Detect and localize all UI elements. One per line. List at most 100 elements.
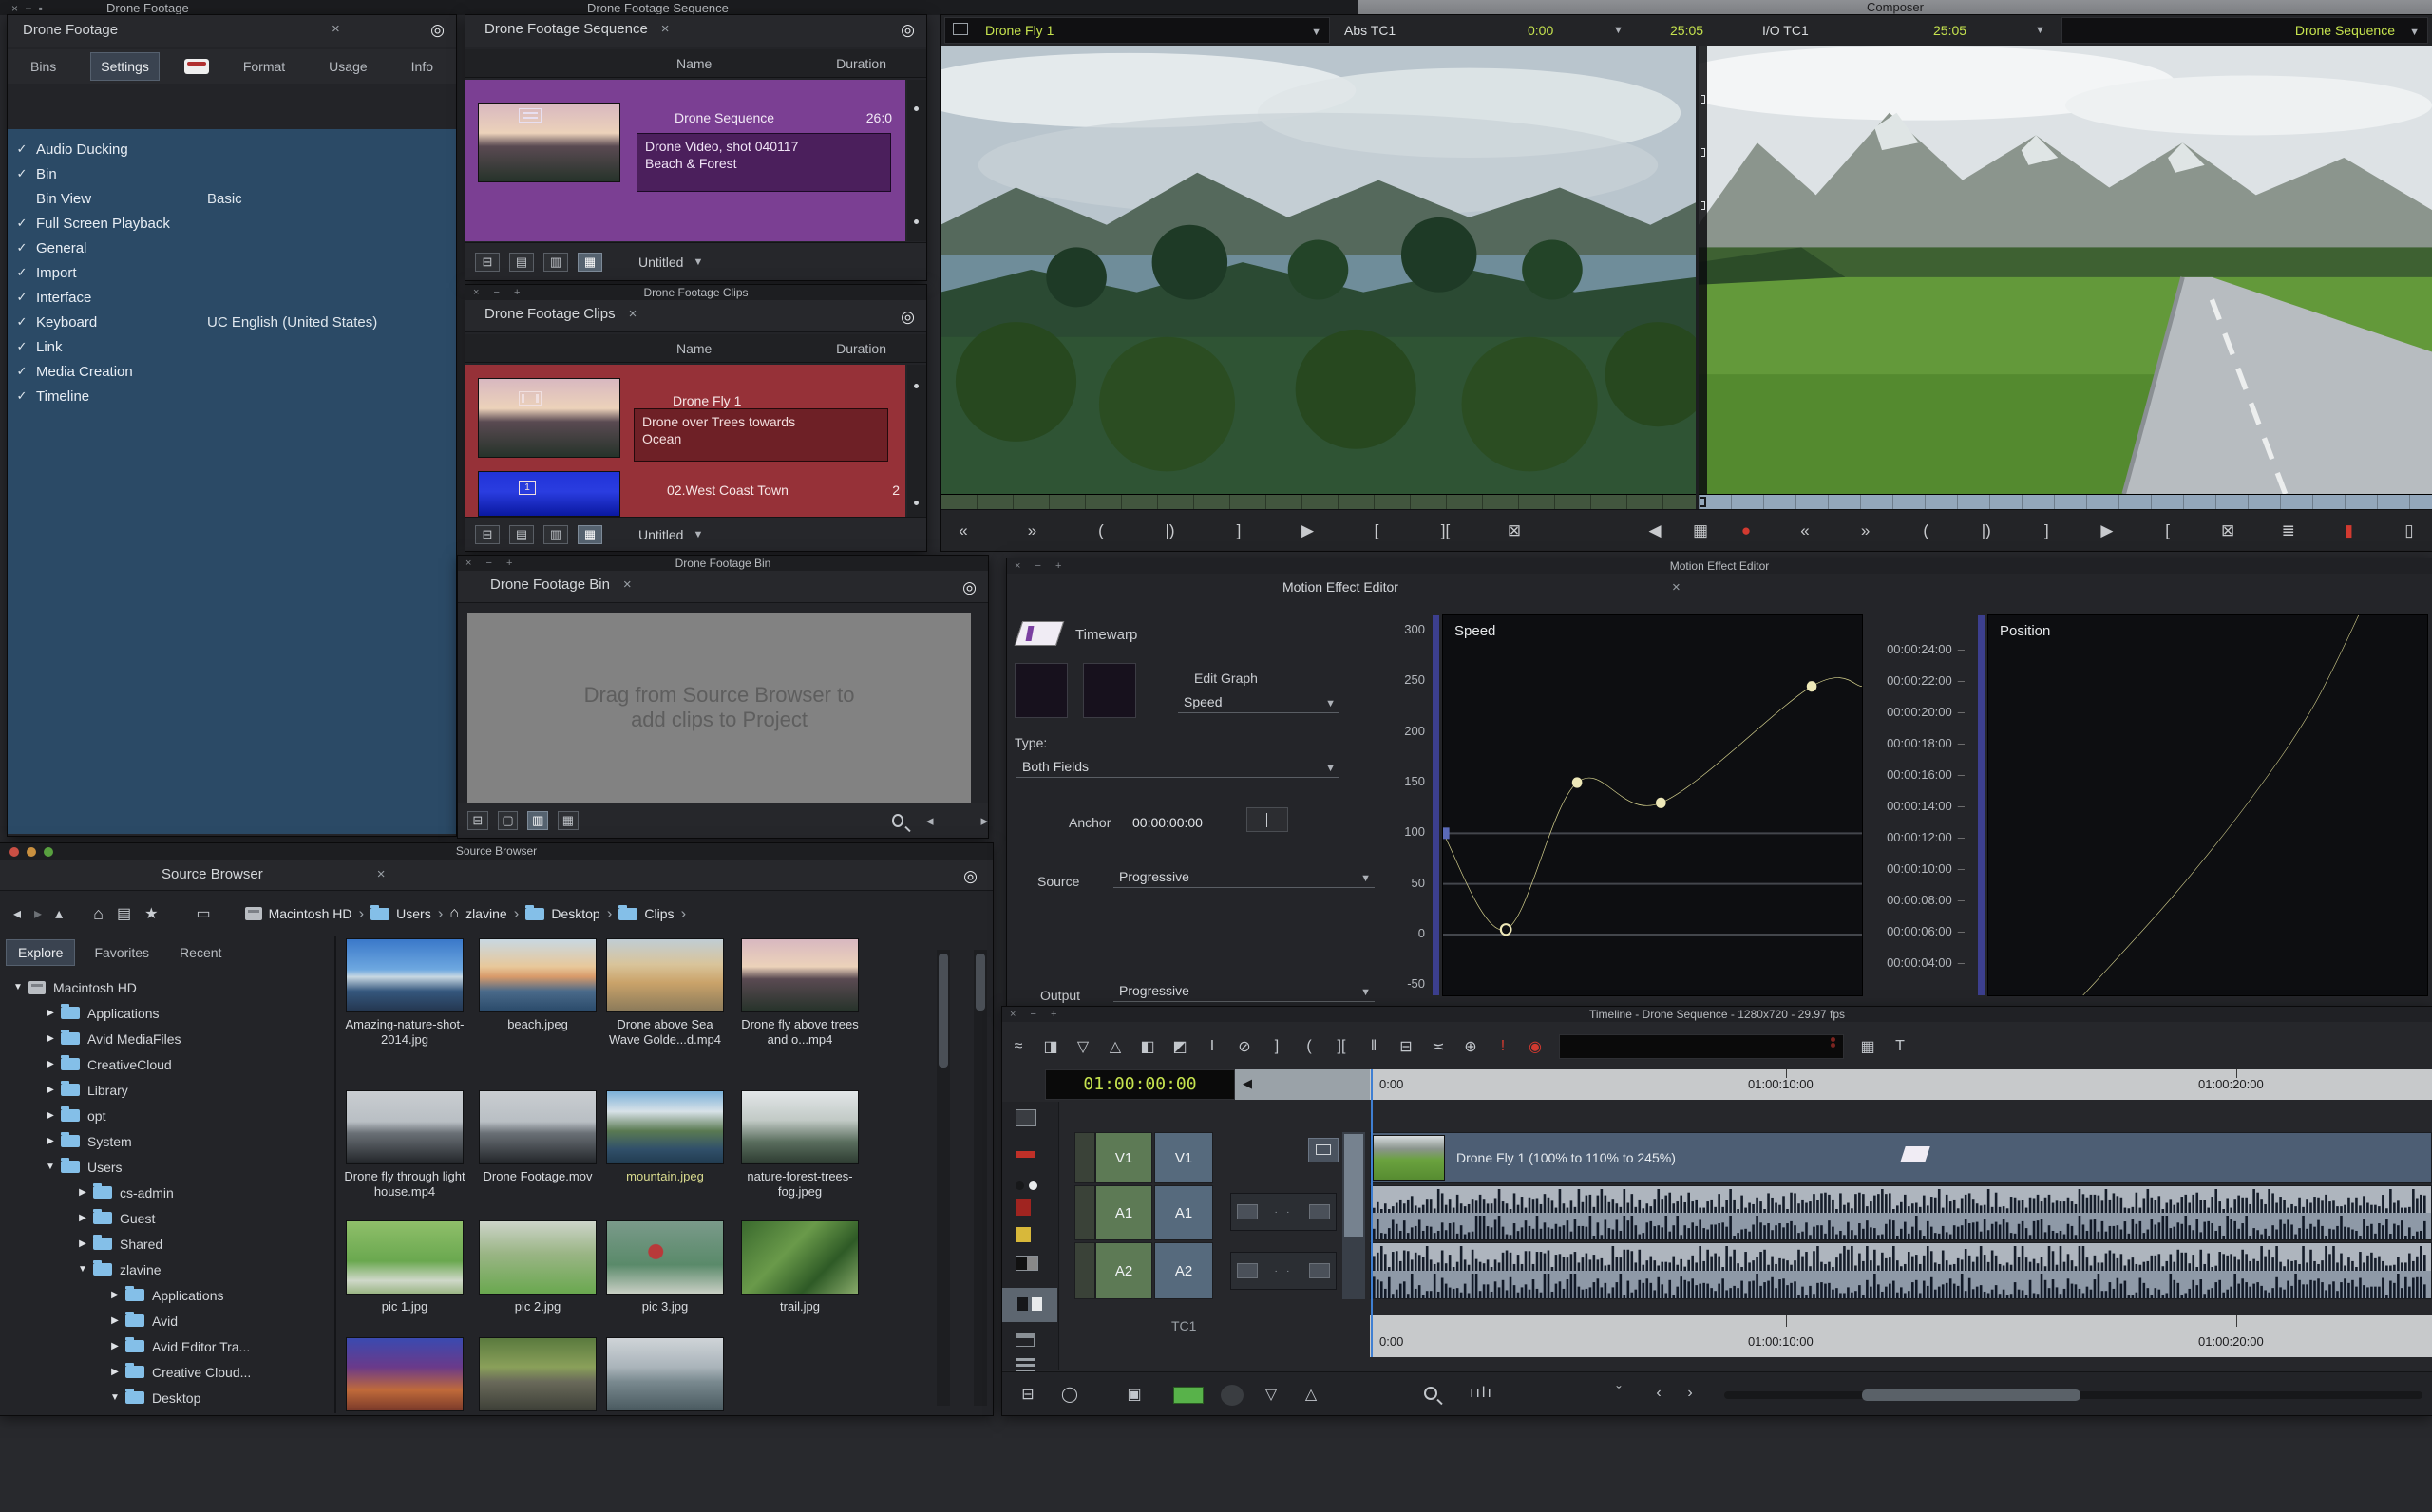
settings-item[interactable]: ✓Audio Ducking <box>8 137 456 161</box>
a2-record-track-button[interactable]: A2 <box>1095 1242 1152 1299</box>
fast-menu-icon[interactable]: ◎ <box>962 578 977 597</box>
clip-thumbnail-west-coast-town[interactable] <box>478 471 620 517</box>
file-thumbnail[interactable] <box>606 1337 724 1411</box>
timeline-tool-2[interactable]: ▽ <box>1074 1037 1092 1056</box>
chevron-down-icon[interactable]: ▼ <box>2409 27 2420 38</box>
bin-view-preset[interactable]: Untitled <box>638 527 683 542</box>
center-button-2[interactable]: ● <box>1737 521 1756 540</box>
breadcrumb-desktop[interactable]: Desktop <box>551 906 599 921</box>
v1-record-track-button[interactable]: V1 <box>1095 1132 1152 1183</box>
tree-item-zlavine[interactable]: ▼zlavine <box>0 1257 332 1282</box>
project-bin-strip[interactable]: × − + Drone Footage Bin <box>458 556 988 571</box>
file-item-mountain-jpeg[interactable]: mountain.jpeg <box>604 1090 726 1184</box>
frame-view-icon[interactable]: ▢ <box>498 811 519 830</box>
source-monitor[interactable] <box>940 46 1696 494</box>
view-tab-favorites[interactable]: Favorites <box>83 940 161 965</box>
composer-titlebar[interactable]: Composer <box>1358 0 2432 15</box>
tree-item-system[interactable]: ▶System <box>0 1128 332 1154</box>
settings-item[interactable]: ✓Full Screen Playback <box>8 211 456 236</box>
tree-item-creative-cloud-[interactable]: ▶Creative Cloud... <box>0 1359 332 1385</box>
timeline-tool-5[interactable]: ◩ <box>1171 1037 1188 1056</box>
timeline-tool-14[interactable]: ⊕ <box>1462 1037 1479 1056</box>
tree-item-opt[interactable]: ▶opt <box>0 1103 332 1128</box>
track-down-icon[interactable]: ▽ <box>1263 1385 1280 1404</box>
disclosure-icon[interactable]: ▶ <box>72 1238 93 1249</box>
timeline-display-box[interactable] <box>1559 1034 1844 1059</box>
transport-button-3[interactable]: |) <box>1161 521 1180 540</box>
back-icon[interactable]: ◂ <box>13 904 21 923</box>
timeline-tool-11[interactable]: ‖ <box>1365 1038 1382 1055</box>
tab-close-icon[interactable]: × <box>623 576 632 593</box>
settings-item[interactable]: ✓Timeline <box>8 384 456 408</box>
bin-scrollbar[interactable] <box>907 365 926 517</box>
script-view-icon[interactable]: ▥ <box>543 525 568 544</box>
active-view-icon[interactable]: ▦ <box>578 253 602 272</box>
file-item-drone-fly-through-light-house-mp4[interactable]: Drone fly through light house.mp4 <box>344 1090 466 1200</box>
favorites-star-icon[interactable]: ★ <box>144 904 158 923</box>
disclosure-icon[interactable]: ▶ <box>104 1315 125 1326</box>
trim-mode-icon[interactable] <box>1016 1358 1035 1361</box>
tab-source-browser[interactable]: Source Browser× <box>162 866 385 882</box>
circle-tool-icon[interactable]: ◯ <box>1061 1385 1078 1404</box>
disclosure-icon[interactable]: ▶ <box>72 1187 93 1198</box>
tab-drone-footage-bin[interactable]: Drone Footage Bin× <box>490 576 632 593</box>
clips-window-strip[interactable]: × − + Drone Footage Clips <box>466 285 926 300</box>
file-item[interactable] <box>477 1337 598 1411</box>
caret-icon[interactable]: ˇ <box>1610 1385 1627 1402</box>
chevron-down-icon[interactable]: ▼ <box>693 529 703 540</box>
speed-keyframe-2[interactable] <box>1572 777 1583 787</box>
sequence-clip-thumbnail[interactable] <box>478 103 620 182</box>
settings-tab-format[interactable]: Format <box>234 53 294 80</box>
timeline-tool-15[interactable]: ! <box>1494 1038 1511 1055</box>
clips-bin-content[interactable]: Drone Fly 1 Drone over Trees towards Oce… <box>466 365 905 517</box>
record-transport-button-5[interactable]: ▶ <box>2098 521 2117 540</box>
disclosure-icon[interactable]: ▼ <box>104 1392 125 1403</box>
window-controls[interactable]: × − + <box>466 556 518 571</box>
file-item[interactable] <box>604 1337 726 1411</box>
disclosure-icon[interactable]: ▼ <box>40 1162 61 1172</box>
record-transport-button-10[interactable]: ▯ <box>2400 521 2419 540</box>
ruler-lead-in[interactable]: ◀ <box>1235 1069 1370 1100</box>
mee-window-strip[interactable]: × − + Motion Effect Editor <box>1007 558 2432 574</box>
timeline-top-ruler[interactable]: 0:00 01:00:10:00 01:00:20:00 <box>1370 1069 2432 1100</box>
file-item-drone-fly-above-trees-and-o-mp4[interactable]: Drone fly above trees and o...mp4 <box>739 938 861 1048</box>
audio-clip-a2[interactable] <box>1370 1242 2432 1299</box>
zoom-traffic-light[interactable] <box>44 847 53 857</box>
transport-button-7[interactable]: ][ <box>1436 521 1455 540</box>
clip-name-2[interactable]: 02.West Coast Town <box>667 482 788 498</box>
effect-preview-2[interactable] <box>1083 663 1136 718</box>
timeline-tool-7[interactable]: ⊘ <box>1236 1037 1253 1056</box>
record-transport-button-4[interactable]: ] <box>2037 521 2056 540</box>
settings-item[interactable]: ✓Bin <box>8 161 456 186</box>
forward-icon[interactable]: ▸ <box>34 904 42 923</box>
column-duration[interactable]: Duration <box>836 56 886 71</box>
timeline-tool-18[interactable]: T <box>1891 1038 1909 1055</box>
master-timecode-display[interactable]: 01:00:00:00 <box>1045 1069 1235 1100</box>
anchor-value[interactable]: 00:00:00:00 <box>1132 815 1203 830</box>
transport-button-2[interactable]: ( <box>1092 521 1111 540</box>
toggle-source-record-button[interactable] <box>1002 1288 1057 1322</box>
timeline-scrollbar-track[interactable] <box>1724 1391 2422 1399</box>
scroll-left-icon[interactable]: ◂ <box>926 812 934 829</box>
file-item-drone-above-sea-wave-golde-d-mp4[interactable]: Drone above Sea Wave Golde...d.mp4 <box>604 938 726 1048</box>
file-item-amazing-nature-shot-2014-jpg[interactable]: Amazing-nature-shot-2014.jpg <box>344 938 466 1048</box>
timeline-tool-17[interactable]: ▦ <box>1859 1037 1876 1056</box>
record-transport-button-7[interactable]: ⊠ <box>2218 521 2237 540</box>
left-monitor-clip-name[interactable]: Drone Fly 1 <box>985 23 1054 38</box>
file-item-nature-forest-trees-fog-jpeg[interactable]: nature-forest-trees-fog.jpeg <box>739 1090 861 1200</box>
settings-item[interactable]: ✓Import <box>8 260 456 285</box>
speaker-icon[interactable] <box>1237 1204 1258 1219</box>
video-monitor-icon[interactable] <box>1308 1138 1339 1162</box>
breadcrumb-clips[interactable]: Clips <box>644 906 674 921</box>
file-thumbnail[interactable] <box>479 1090 597 1164</box>
pan-icon[interactable] <box>1309 1263 1330 1278</box>
tab-drone-footage-clips[interactable]: Drone Footage Clips× <box>484 306 636 322</box>
settings-item[interactable]: ✓Interface <box>8 285 456 310</box>
frame-view-icon[interactable]: ▤ <box>509 253 534 272</box>
disclosure-icon[interactable]: ▶ <box>40 1110 61 1121</box>
script-view-icon[interactable]: ▥ <box>543 253 568 272</box>
abs-tc-label[interactable]: Abs TC1 <box>1344 23 1396 38</box>
file-thumbnail[interactable] <box>346 1337 464 1411</box>
video-view-icon[interactable]: ▣ <box>1126 1385 1143 1404</box>
clip-color-button[interactable] <box>1173 1387 1204 1404</box>
